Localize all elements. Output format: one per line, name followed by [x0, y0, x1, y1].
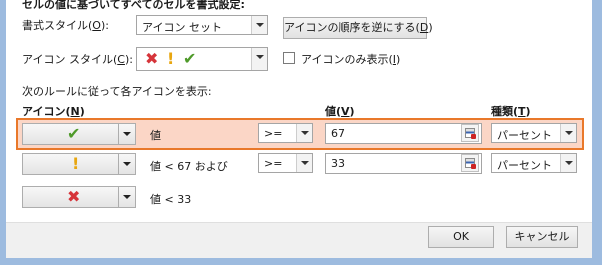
icon-only-label: アイコンのみ表示(I): [301, 53, 401, 66]
reverse-icon-order-button[interactable]: アイコンの順序を逆にする(D): [283, 17, 433, 39]
rule-icon-dropdown[interactable]: ✖: [22, 186, 136, 208]
format-style-value: アイコン セット: [142, 21, 222, 34]
checkmark-icon: ✔: [183, 49, 197, 68]
rule-condition-text: 値 < 67 および: [150, 160, 228, 173]
rule-operator-dropdown[interactable]: >=: [258, 123, 313, 143]
checkmark-icon: ✔: [67, 124, 81, 143]
chevron-down-icon: [118, 187, 135, 207]
rule-value-input[interactable]: 67: [325, 123, 482, 144]
icon-style-dropdown[interactable]: ✖ ! ✔: [136, 47, 268, 71]
column-header-value: 値(V): [325, 105, 355, 118]
rule-condition-text: 値: [150, 129, 161, 142]
header-title: セルの値に基づいてすべてのセルを書式設定:: [22, 0, 245, 11]
cancel-button[interactable]: キャンセル: [506, 226, 578, 248]
window-frame-bottom: [0, 258, 602, 265]
icon-only-checkbox[interactable]: [283, 52, 295, 64]
rule-operator-dropdown[interactable]: >=: [258, 153, 313, 173]
chevron-down-icon: [118, 124, 135, 144]
rule-condition-text: 値 < 33: [150, 193, 192, 206]
dialog-button-bar: [6, 222, 592, 259]
rule-icon-dropdown[interactable]: ✔: [22, 123, 136, 145]
chevron-down-icon: [251, 16, 267, 34]
format-style-dropdown[interactable]: アイコン セット: [136, 15, 268, 35]
exclamation-icon: !: [72, 154, 80, 173]
format-style-label: 書式スタイル(O):: [22, 19, 109, 32]
window-frame-right: [592, 0, 602, 265]
chevron-down-icon: [251, 48, 267, 70]
chevron-down-icon: [118, 154, 135, 174]
rule-value-input[interactable]: 33: [325, 153, 482, 174]
chevron-down-icon: [296, 124, 312, 142]
cell-reference-picker-icon[interactable]: [461, 154, 479, 172]
x-mark-icon: ✖: [67, 187, 81, 206]
cell-reference-picker-icon[interactable]: [461, 124, 479, 142]
column-header-icon: アイコン(N): [22, 105, 85, 118]
chevron-down-icon: [560, 154, 576, 172]
rule-type-dropdown[interactable]: パーセント: [491, 123, 577, 143]
rules-heading: 次のルールに従って各アイコンを表示:: [22, 85, 212, 98]
x-mark-icon: ✖: [145, 49, 159, 68]
chevron-down-icon: [560, 124, 576, 142]
rule-type-dropdown[interactable]: パーセント: [491, 153, 577, 173]
icon-style-label: アイコン スタイル(C):: [22, 53, 133, 66]
column-header-type: 種類(T): [491, 105, 531, 118]
exclamation-icon: !: [167, 49, 175, 68]
chevron-down-icon: [296, 154, 312, 172]
ok-button[interactable]: OK: [428, 226, 494, 248]
rule-icon-dropdown[interactable]: !: [22, 153, 136, 175]
